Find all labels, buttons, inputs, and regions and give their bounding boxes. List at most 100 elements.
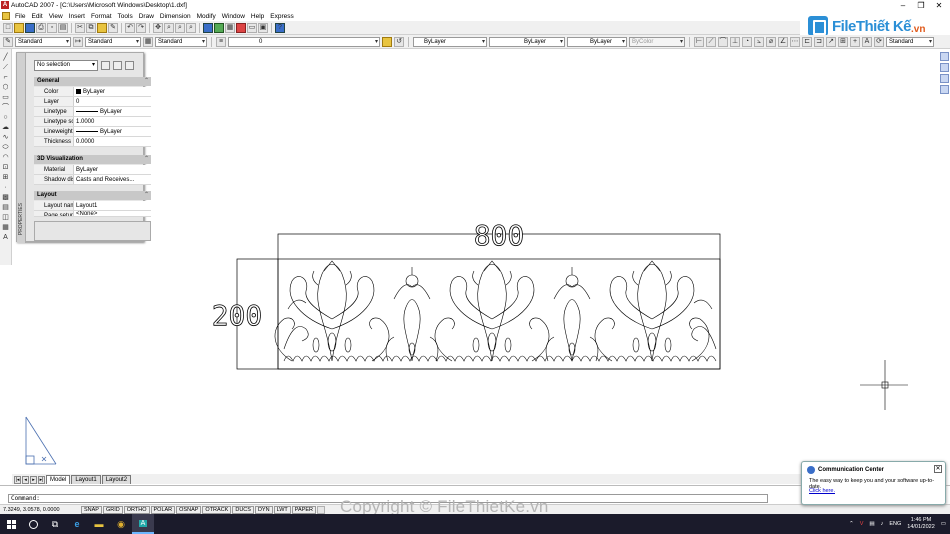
clock[interactable]: 1:46 PM 14/01/2022 bbox=[907, 517, 935, 531]
hatch-icon[interactable]: ▩ bbox=[1, 193, 10, 202]
select-objects-icon[interactable] bbox=[113, 61, 122, 70]
prop-row-color[interactable]: Color ByLayer bbox=[34, 87, 151, 97]
polygon-icon[interactable]: ⬡ bbox=[1, 83, 10, 92]
dim-style-select[interactable]: Standard bbox=[85, 36, 141, 47]
properties-icon[interactable] bbox=[203, 22, 213, 33]
status-tray-icon[interactable] bbox=[317, 505, 326, 514]
autocad-app-icon[interactable]: A bbox=[1, 1, 9, 9]
gradient-icon[interactable]: ▤ bbox=[1, 203, 10, 212]
revision-cloud-icon[interactable]: ☁ bbox=[1, 123, 10, 132]
toggle-osnap[interactable]: OSNAP bbox=[176, 505, 202, 514]
spline-icon[interactable]: ∿ bbox=[1, 133, 10, 142]
make-block-icon[interactable]: ⊞ bbox=[1, 173, 10, 182]
toggle-grid[interactable]: GRID bbox=[102, 505, 123, 514]
paste-icon[interactable] bbox=[97, 22, 107, 33]
linetype-select[interactable]: ByLayer bbox=[489, 36, 565, 47]
save-icon[interactable] bbox=[25, 22, 35, 33]
last-tab-button[interactable]: ▸| bbox=[38, 476, 45, 484]
prop-row-layer[interactable]: Layer 0 bbox=[34, 97, 151, 107]
menu-edit[interactable]: Edit bbox=[31, 13, 42, 20]
dim-jogged-icon[interactable]: ⦣ bbox=[754, 36, 764, 47]
center-mark-icon[interactable]: + bbox=[850, 36, 860, 47]
prop-row-material[interactable]: Material ByLayer bbox=[34, 165, 151, 175]
dim-style-select-2[interactable]: Standard bbox=[886, 36, 934, 47]
undo-icon[interactable]: ↶ bbox=[125, 22, 135, 33]
zoom-window-icon[interactable]: ⌕ bbox=[175, 22, 185, 33]
start-button[interactable] bbox=[0, 514, 22, 534]
tab-model[interactable]: Model bbox=[46, 475, 71, 484]
redo-icon[interactable]: ↷ bbox=[136, 22, 146, 33]
zoom-realtime-icon[interactable]: ⌕ bbox=[164, 22, 174, 33]
language-indicator[interactable]: ENG bbox=[889, 521, 901, 527]
antivirus-tray-icon[interactable]: V bbox=[860, 521, 864, 527]
lineweight-select[interactable]: ByLayer bbox=[567, 36, 627, 47]
section-layout[interactable]: Layout ⌃ bbox=[34, 191, 151, 200]
prop-row-lineweight[interactable]: Lineweight ByLayer bbox=[34, 127, 151, 137]
point-icon[interactable]: · bbox=[1, 183, 10, 192]
quick-leader-icon[interactable]: ↗ bbox=[826, 36, 836, 47]
quick-dim-icon[interactable]: ⋯ bbox=[790, 36, 800, 47]
maximize-button[interactable]: ❐ bbox=[912, 0, 930, 11]
make-current-layer-icon[interactable] bbox=[382, 36, 392, 47]
tool-palettes-icon[interactable]: ▦ bbox=[225, 22, 235, 33]
toggle-pickadd-icon[interactable] bbox=[101, 61, 110, 70]
prop-row-layout-name[interactable]: Layout nameLayout1 bbox=[34, 201, 151, 211]
menu-window[interactable]: Window bbox=[222, 13, 245, 20]
insert-block-icon[interactable]: ⊡ bbox=[1, 163, 10, 172]
search-button[interactable] bbox=[22, 514, 44, 534]
copy-icon[interactable]: ⧉ bbox=[86, 22, 96, 33]
next-tab-button[interactable]: ▸ bbox=[30, 476, 37, 484]
section-general[interactable]: General ⌃ bbox=[34, 77, 151, 86]
cut-icon[interactable]: ✂ bbox=[75, 22, 85, 33]
region-icon[interactable]: ◫ bbox=[1, 213, 10, 222]
text-style-select[interactable]: Standard bbox=[15, 36, 71, 47]
draw-order-icon[interactable] bbox=[939, 52, 949, 61]
new-file-icon[interactable]: □ bbox=[3, 22, 13, 33]
toggle-polar[interactable]: POLAR bbox=[150, 505, 176, 514]
color-select[interactable]: ByLayer bbox=[413, 36, 487, 47]
menu-view[interactable]: View bbox=[49, 13, 63, 20]
prop-row-linetype[interactable]: Linetype ByLayer bbox=[34, 107, 151, 117]
dim-linear-icon[interactable]: ⊢ bbox=[694, 36, 704, 47]
tab-layout2[interactable]: Layout2 bbox=[101, 475, 132, 484]
markup-icon[interactable]: ▭ bbox=[247, 22, 257, 33]
quickcalc-icon[interactable]: ▣ bbox=[258, 22, 268, 33]
toggle-snap[interactable]: SNAP bbox=[81, 505, 102, 514]
network-icon[interactable]: ▤ bbox=[869, 521, 874, 527]
dim-angular-icon[interactable]: ∠ bbox=[778, 36, 788, 47]
toggle-paper[interactable]: PAPER bbox=[291, 505, 317, 514]
bring-front-icon[interactable] bbox=[939, 63, 949, 72]
document-icon[interactable] bbox=[2, 12, 10, 20]
dim-aligned-icon[interactable]: ⟋ bbox=[706, 36, 716, 47]
multiline-text-icon[interactable]: A bbox=[1, 233, 10, 242]
publish-icon[interactable]: ▤ bbox=[58, 22, 68, 33]
minimize-button[interactable]: – bbox=[894, 0, 912, 11]
palette-title-strip[interactable]: PROPERTIES bbox=[17, 53, 26, 243]
tab-layout1[interactable]: Layout1 bbox=[71, 475, 101, 484]
pan-icon[interactable]: ✥ bbox=[153, 22, 163, 33]
menu-draw[interactable]: Draw bbox=[139, 13, 154, 20]
notification-link[interactable]: Click here. bbox=[809, 488, 835, 494]
table-style-select[interactable]: Standard bbox=[155, 36, 207, 47]
menu-dimension[interactable]: Dimension bbox=[160, 13, 191, 20]
toggle-ducs[interactable]: DUCS bbox=[232, 505, 254, 514]
selection-dropdown[interactable]: No selection bbox=[34, 60, 98, 71]
zoom-previous-icon[interactable]: ⌕ bbox=[186, 22, 196, 33]
menu-help[interactable]: Help bbox=[251, 13, 264, 20]
autocad-taskbar-button[interactable]: A bbox=[132, 514, 154, 534]
line-icon[interactable]: ╱ bbox=[1, 53, 10, 62]
task-view-button[interactable]: ⧉ bbox=[44, 514, 66, 534]
help-icon[interactable]: ? bbox=[275, 22, 285, 33]
plot-preview-icon[interactable]: ▫ bbox=[47, 22, 57, 33]
menu-tools[interactable]: Tools bbox=[118, 13, 133, 20]
layer-select[interactable]: 0 bbox=[228, 36, 380, 47]
menu-insert[interactable]: Insert bbox=[69, 13, 85, 20]
explorer-taskbar-button[interactable]: ▬ bbox=[88, 514, 110, 534]
match-properties-icon[interactable]: ✎ bbox=[108, 22, 118, 33]
prop-row-thickness[interactable]: Thickness 0.0000 bbox=[34, 137, 151, 147]
design-center-icon[interactable] bbox=[214, 22, 224, 33]
toggle-ortho[interactable]: ORTHO bbox=[123, 505, 150, 514]
prop-row-shadow-display[interactable]: Shadow dis...Casts and Receives... bbox=[34, 175, 151, 185]
sheet-set-icon[interactable] bbox=[236, 22, 246, 33]
dim-update-icon[interactable]: ⟳ bbox=[874, 36, 884, 47]
